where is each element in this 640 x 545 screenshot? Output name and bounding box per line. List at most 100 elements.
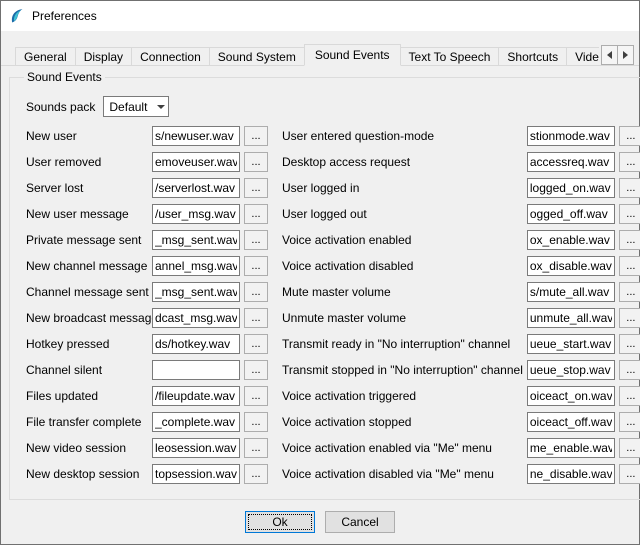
sound-event-label: Channel silent [26,363,152,377]
sound-file-input[interactable] [152,308,240,328]
tab-shortcuts[interactable]: Shortcuts [498,47,567,66]
sound-file-input[interactable] [527,256,615,276]
sound-event-label: Hotkey pressed [26,337,152,351]
browse-button[interactable]: ... [619,230,640,250]
browse-button[interactable]: ... [244,282,268,302]
sound-file-input[interactable] [152,360,240,380]
sound-file-input[interactable] [152,152,240,172]
sound-event-row: Private message sent... [26,230,268,250]
tab-scroll-right-button[interactable] [617,45,634,65]
browse-button[interactable]: ... [619,438,640,458]
sound-event-row: Mute master volume... [282,282,640,302]
sound-file-input[interactable] [527,204,615,224]
sound-event-row: New user message... [26,204,268,224]
sound-event-row: Voice activation enabled... [282,230,640,250]
browse-button[interactable]: ... [619,464,640,484]
sound-file-input[interactable] [152,204,240,224]
browse-button[interactable]: ... [244,126,268,146]
browse-button[interactable]: ... [619,308,640,328]
browse-button[interactable]: ... [619,334,640,354]
sound-file-input[interactable] [152,282,240,302]
sound-event-columns: New user...User removed...Server lost...… [26,126,640,490]
sound-event-label: Desktop access request [282,155,527,169]
sound-file-input[interactable] [152,464,240,484]
browse-button[interactable]: ... [244,412,268,432]
tab-scroll-right-icon [623,51,628,59]
tab-video[interactable]: Video [566,47,599,66]
browse-button[interactable]: ... [244,178,268,198]
tab-general[interactable]: General [15,47,76,66]
browse-button[interactable]: ... [244,152,268,172]
sound-file-input[interactable] [152,438,240,458]
sound-event-row: User logged in... [282,178,640,198]
tabbar: GeneralDisplayConnectionSound SystemSoun… [1,44,639,66]
sound-file-input[interactable] [527,464,615,484]
tab-page-sound-events: Sound Events Sounds pack Default New use… [1,66,639,500]
browse-button[interactable]: ... [244,464,268,484]
sound-event-row: Transmit ready in "No interruption" chan… [282,334,640,354]
sound-event-label: Transmit ready in "No interruption" chan… [282,337,527,351]
sound-event-row: Channel message sent... [26,282,268,302]
sound-file-input[interactable] [527,334,615,354]
browse-button[interactable]: ... [244,438,268,458]
browse-button[interactable]: ... [619,282,640,302]
browse-button[interactable]: ... [619,256,640,276]
browse-button[interactable]: ... [244,308,268,328]
sound-file-input[interactable] [152,386,240,406]
browse-button[interactable]: ... [244,204,268,224]
browse-button[interactable]: ... [619,204,640,224]
sounds-pack-select[interactable]: Default [103,96,169,117]
browse-button[interactable]: ... [244,386,268,406]
browse-button[interactable]: ... [619,178,640,198]
browse-button[interactable]: ... [244,334,268,354]
tab-display[interactable]: Display [75,47,132,66]
sound-event-row: File transfer complete... [26,412,268,432]
tab-sound-system[interactable]: Sound System [209,47,305,66]
sound-event-row: Voice activation triggered... [282,386,640,406]
sound-event-row: Voice activation stopped... [282,412,640,432]
browse-button[interactable]: ... [619,412,640,432]
sound-file-input[interactable] [527,230,615,250]
sound-event-label: Channel message sent [26,285,152,299]
cancel-button[interactable]: Cancel [325,511,395,533]
sound-event-row: New video session... [26,438,268,458]
browse-button[interactable]: ... [244,256,268,276]
tab-sound-events[interactable]: Sound Events [304,44,401,66]
sound-events-groupbox: Sound Events Sounds pack Default New use… [9,70,640,500]
browse-button[interactable]: ... [619,386,640,406]
sound-file-input[interactable] [152,126,240,146]
browse-button[interactable]: ... [244,230,268,250]
sound-event-row: New desktop session... [26,464,268,484]
tab-list: GeneralDisplayConnectionSound SystemSoun… [15,44,599,66]
sound-event-row: Voice activation disabled... [282,256,640,276]
browse-button[interactable]: ... [619,152,640,172]
browse-button[interactable]: ... [244,360,268,380]
browse-button[interactable]: ... [619,126,640,146]
sound-file-input[interactable] [527,438,615,458]
sound-file-input[interactable] [152,412,240,432]
ok-button[interactable]: Ok [245,511,315,533]
sound-event-row: Voice activation disabled via "Me" menu.… [282,464,640,484]
tab-scroll-left-button[interactable] [601,45,618,65]
sound-file-input[interactable] [152,230,240,250]
sound-file-input[interactable] [527,308,615,328]
tab-connection[interactable]: Connection [131,47,210,66]
sound-file-input[interactable] [527,412,615,432]
sound-event-label: User entered question-mode [282,129,527,143]
sound-file-input[interactable] [527,386,615,406]
left-column: New user...User removed...Server lost...… [26,126,268,490]
sound-file-input[interactable] [527,178,615,198]
sound-file-input[interactable] [527,152,615,172]
sound-file-input[interactable] [527,126,615,146]
sound-file-input[interactable] [527,282,615,302]
sound-event-label: Voice activation disabled via "Me" menu [282,467,527,481]
sound-file-input[interactable] [152,334,240,354]
browse-button[interactable]: ... [619,360,640,380]
sound-file-input[interactable] [152,256,240,276]
sounds-pack-value: Default [104,100,153,114]
tab-text-to-speech[interactable]: Text To Speech [400,47,500,66]
sound-file-input[interactable] [527,360,615,380]
sound-event-label: Voice activation stopped [282,415,527,429]
sound-event-label: Voice activation enabled [282,233,527,247]
sound-file-input[interactable] [152,178,240,198]
